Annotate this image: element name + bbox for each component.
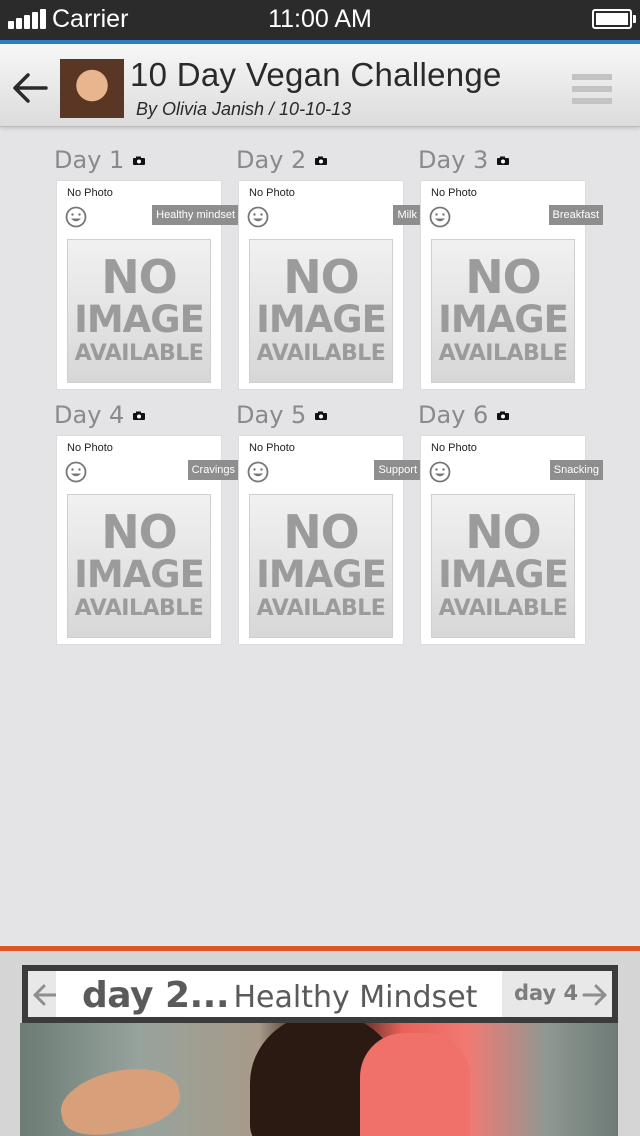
previous-day-button[interactable] bbox=[32, 983, 58, 1007]
day-label: Day 4 bbox=[54, 401, 125, 429]
photo-status: No Photo bbox=[67, 442, 113, 454]
day-card[interactable]: No Photo Support NO IMAGE AVAILABLE bbox=[238, 435, 421, 645]
day-heading: Day 4 bbox=[54, 401, 145, 431]
smiley-icon[interactable] bbox=[429, 461, 451, 483]
day-card[interactable]: No Photo Breakfast NO IMAGE AVAILABLE bbox=[420, 180, 603, 390]
arrow-left-icon bbox=[33, 984, 58, 1006]
no-image-placeholder: NO IMAGE AVAILABLE bbox=[431, 239, 575, 383]
current-day-label: day 2... bbox=[82, 975, 230, 1016]
battery-icon bbox=[592, 9, 636, 29]
day-heading: Day 5 bbox=[236, 401, 327, 431]
camera-icon[interactable] bbox=[132, 411, 145, 420]
day-label: Day 5 bbox=[236, 401, 307, 429]
camera-icon[interactable] bbox=[314, 411, 327, 420]
next-day-label[interactable]: day 4 bbox=[514, 981, 578, 1005]
smiley-icon[interactable] bbox=[429, 206, 451, 228]
day-heading: Day 3 bbox=[418, 146, 509, 176]
day-card[interactable]: No Photo Snacking NO IMAGE AVAILABLE bbox=[420, 435, 603, 645]
day-tag[interactable]: Healthy mindset bbox=[152, 205, 239, 225]
page-subtitle: By Olivia Janish / 10-10-13 bbox=[136, 99, 352, 119]
day-label: Day 2 bbox=[236, 146, 307, 174]
day-heading: Day 2 bbox=[236, 146, 327, 176]
video-panel: day 2... Healthy Mindset day 4 bbox=[0, 951, 640, 1136]
day-card[interactable]: No Photo Cravings NO IMAGE AVAILABLE bbox=[56, 435, 239, 645]
day-tag[interactable]: Milk bbox=[393, 205, 421, 225]
smiley-icon[interactable] bbox=[65, 461, 87, 483]
smiley-icon[interactable] bbox=[65, 206, 87, 228]
photo-status: No Photo bbox=[431, 442, 477, 454]
no-image-placeholder: NO IMAGE AVAILABLE bbox=[431, 494, 575, 638]
photo-status: No Photo bbox=[431, 187, 477, 199]
camera-icon[interactable] bbox=[496, 411, 509, 420]
header-bar: 10 Day Vegan Challenge By Olivia Janish … bbox=[0, 44, 640, 127]
day-card[interactable]: No Photo Healthy mindset NO IMAGE AVAILA… bbox=[56, 180, 239, 390]
menu-button[interactable] bbox=[572, 74, 612, 104]
camera-icon[interactable] bbox=[314, 156, 327, 165]
no-image-placeholder: NO IMAGE AVAILABLE bbox=[249, 494, 393, 638]
current-day: day 2... Healthy Mindset bbox=[56, 971, 502, 1017]
status-time: 11:00 AM bbox=[268, 5, 372, 33]
day-card[interactable]: No Photo Milk NO IMAGE AVAILABLE bbox=[238, 180, 421, 390]
day-label: Day 6 bbox=[418, 401, 489, 429]
day-tag[interactable]: Cravings bbox=[187, 460, 239, 480]
back-button[interactable] bbox=[10, 68, 50, 108]
avatar[interactable] bbox=[60, 59, 124, 118]
next-day-button[interactable] bbox=[582, 983, 608, 1007]
arrow-left-icon bbox=[13, 73, 48, 103]
day-label: Day 3 bbox=[418, 146, 489, 174]
day-tag[interactable]: Breakfast bbox=[548, 205, 603, 225]
day-tag[interactable]: Support bbox=[374, 460, 421, 480]
day-heading: Day 6 bbox=[418, 401, 509, 431]
page-title: 10 Day Vegan Challenge bbox=[130, 56, 502, 93]
day-tag[interactable]: Snacking bbox=[549, 460, 603, 480]
smiley-icon[interactable] bbox=[247, 206, 269, 228]
day-navigator: day 2... Healthy Mindset day 4 bbox=[22, 965, 618, 1023]
photo-status: No Photo bbox=[67, 187, 113, 199]
camera-icon[interactable] bbox=[132, 156, 145, 165]
photo-status: No Photo bbox=[249, 187, 295, 199]
video-thumbnail[interactable] bbox=[20, 1023, 618, 1136]
camera-icon[interactable] bbox=[496, 156, 509, 165]
day-heading: Day 1 bbox=[54, 146, 145, 176]
smiley-icon[interactable] bbox=[247, 461, 269, 483]
no-image-placeholder: NO IMAGE AVAILABLE bbox=[249, 239, 393, 383]
arrow-right-icon bbox=[582, 984, 607, 1006]
status-bar: Carrier 11:00 AM bbox=[0, 0, 640, 40]
no-image-placeholder: NO IMAGE AVAILABLE bbox=[67, 494, 211, 638]
current-day-topic: Healthy Mindset bbox=[233, 980, 478, 1015]
day-label: Day 1 bbox=[54, 146, 125, 174]
photo-status: No Photo bbox=[249, 442, 295, 454]
no-image-placeholder: NO IMAGE AVAILABLE bbox=[67, 239, 211, 383]
